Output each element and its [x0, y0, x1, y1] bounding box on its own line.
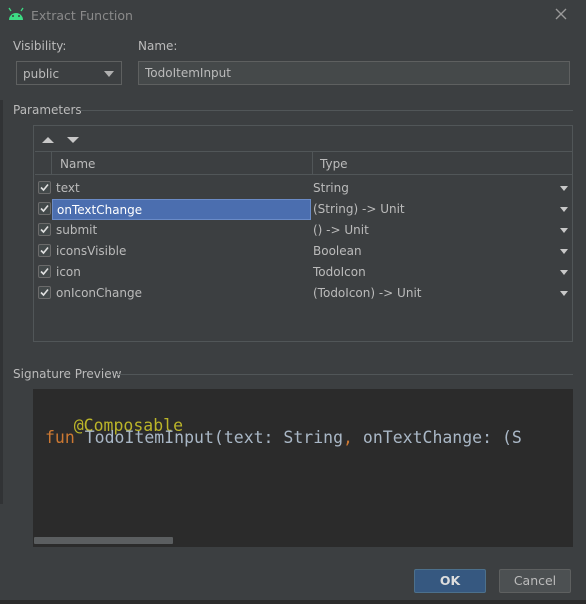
name-label: Name: — [138, 39, 178, 53]
parameter-type[interactable]: () -> Unit — [313, 220, 369, 241]
chevron-down-icon[interactable] — [560, 228, 568, 233]
parameters-section-title: Parameters — [13, 103, 82, 117]
arrow-up-icon — [42, 137, 54, 143]
parameter-type[interactable]: Boolean — [313, 241, 362, 262]
table-row[interactable]: onIconChange (TodoIcon) -> Unit — [35, 283, 572, 304]
chevron-down-icon — [104, 71, 114, 77]
visibility-dropdown[interactable]: public — [16, 61, 122, 85]
chevron-down-icon[interactable] — [560, 207, 568, 212]
checkbox[interactable] — [38, 265, 51, 278]
signature-text-part1: TodoItemInput(text: String — [74, 428, 344, 447]
parameter-name[interactable]: submit — [52, 220, 311, 241]
parameter-name[interactable]: text — [52, 178, 311, 199]
horizontal-scrollbar[interactable] — [34, 537, 173, 544]
parameters-panel: Name Type text String onTextChange (String)… — [33, 125, 573, 342]
table-row[interactable]: icon TodoIcon — [35, 262, 572, 283]
ok-button[interactable]: OK — [414, 569, 486, 593]
chevron-down-icon[interactable] — [560, 270, 568, 275]
checkbox[interactable] — [38, 244, 51, 257]
arrow-down-icon — [67, 137, 79, 143]
android-icon — [8, 7, 24, 20]
column-separator — [51, 152, 52, 174]
signature-divider — [117, 374, 573, 375]
visibility-label: Visibility: — [13, 39, 67, 53]
checkbox[interactable] — [38, 286, 51, 299]
parameter-name[interactable]: onIconChange — [52, 283, 311, 304]
title-bar: Extract Function — [0, 0, 586, 30]
function-name-input[interactable] — [138, 61, 570, 85]
cancel-button[interactable]: Cancel — [499, 569, 571, 593]
checkmark-icon — [40, 225, 49, 234]
checkbox[interactable] — [38, 202, 51, 215]
chevron-down-icon[interactable] — [560, 186, 568, 191]
checkmark-icon — [40, 246, 49, 255]
column-header-type[interactable]: Type — [320, 157, 348, 171]
checkbox[interactable] — [38, 223, 51, 236]
signature-text-part2: onTextChange: (S — [352, 428, 522, 447]
checkmark-icon — [40, 183, 49, 192]
bottom-edge — [0, 600, 586, 604]
parameter-type[interactable]: (String) -> Unit — [313, 199, 405, 220]
table-row[interactable]: text String — [35, 178, 572, 199]
code-line-signature: fun TodoItemInput(text: String, onTextCh… — [45, 428, 522, 447]
checkbox[interactable] — [38, 181, 51, 194]
checkmark-icon — [40, 204, 49, 213]
parameter-type[interactable]: String — [313, 178, 349, 199]
parameter-name[interactable]: iconsVisible — [52, 241, 311, 262]
move-up-button[interactable] — [39, 132, 57, 148]
table-row[interactable]: onTextChange (String) -> Unit — [35, 199, 572, 220]
table-row[interactable]: submit() -> Unit — [35, 220, 572, 241]
parameter-type[interactable]: (TodoIcon) -> Unit — [313, 283, 421, 304]
signature-section-title: Signature Preview — [13, 367, 122, 381]
window-left-edge — [0, 100, 3, 504]
parameter-name[interactable]: onTextChange — [52, 199, 311, 220]
column-header-name[interactable]: Name — [60, 157, 95, 171]
window-title: Extract Function — [31, 8, 133, 23]
chevron-down-icon[interactable] — [560, 291, 568, 296]
signature-preview-editor: @Composable fun TodoItemInput(text: Stri… — [33, 389, 573, 547]
move-down-button[interactable] — [64, 132, 82, 148]
parameter-type[interactable]: TodoIcon — [313, 262, 366, 283]
parameters-table-header: Name Type — [35, 151, 572, 175]
chevron-down-icon[interactable] — [560, 249, 568, 254]
parameters-divider — [80, 110, 573, 111]
checkmark-icon — [40, 267, 49, 276]
column-separator — [312, 152, 313, 174]
keyword-fun: fun — [45, 428, 75, 447]
checkmark-icon — [40, 288, 49, 297]
signature-comma: , — [343, 428, 353, 447]
close-icon[interactable] — [553, 6, 569, 22]
parameter-name[interactable]: icon — [52, 262, 311, 283]
visibility-value: public — [23, 67, 60, 81]
table-row[interactable]: iconsVisible Boolean — [35, 241, 572, 262]
